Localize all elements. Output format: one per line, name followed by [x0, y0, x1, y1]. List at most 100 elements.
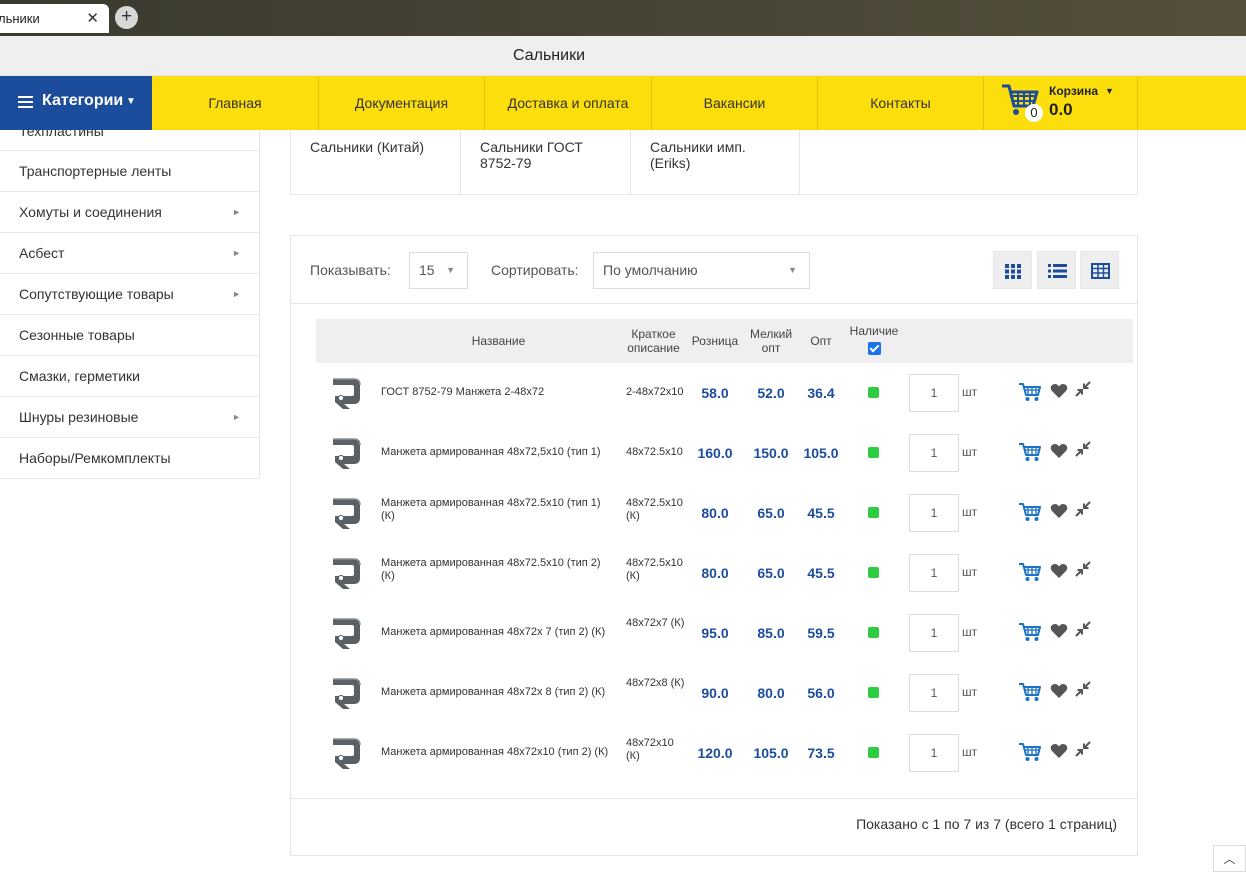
- heart-icon[interactable]: [1050, 623, 1068, 639]
- quantity-input[interactable]: 1: [909, 374, 959, 412]
- quantity-input[interactable]: 1: [909, 434, 959, 472]
- sidebar-item-conveyor-belts[interactable]: Транспортерные ленты: [0, 151, 259, 192]
- sidebar-item-lubricants[interactable]: Смазки, герметики: [0, 356, 259, 397]
- in-stock-indicator: [868, 507, 879, 518]
- heart-icon[interactable]: [1050, 503, 1068, 519]
- cart-total: 0.0: [1049, 100, 1073, 119]
- browser-tab-title: льники: [0, 11, 40, 26]
- quantity-input[interactable]: 1: [909, 674, 959, 712]
- subcategory-china[interactable]: Сальники (Китай): [291, 130, 461, 194]
- col-wholesale[interactable]: Опт: [801, 334, 841, 348]
- quantity-input[interactable]: 1: [909, 494, 959, 532]
- categories-button[interactable]: Категории ▼: [0, 76, 152, 130]
- product-thumbnail[interactable]: [330, 676, 362, 710]
- compare-icon[interactable]: [1075, 441, 1091, 457]
- stock-filter-checkbox[interactable]: [867, 342, 881, 355]
- col-small-wholesale[interactable]: Мелкий опт: [746, 327, 796, 355]
- nav-item-vacancies[interactable]: Вакансии: [652, 76, 818, 130]
- quantity-input[interactable]: 1: [909, 734, 959, 772]
- sidebar-item-techplates[interactable]: Техпластины: [0, 130, 259, 151]
- in-stock-indicator: [868, 687, 879, 698]
- scroll-top-button[interactable]: ︿: [1213, 845, 1246, 872]
- table-view-button[interactable]: [1080, 251, 1119, 289]
- chevron-right-icon: ►: [232, 248, 241, 258]
- add-to-cart-icon[interactable]: [1018, 741, 1042, 763]
- add-to-cart-icon[interactable]: [1018, 681, 1042, 703]
- product-name[interactable]: Манжета армированная 48х72.5х10 (тип 1) …: [381, 497, 613, 523]
- subcategory-eriks[interactable]: Сальники имп. (Eriks): [631, 130, 800, 194]
- table-icon: [1091, 263, 1110, 279]
- compare-icon[interactable]: [1075, 621, 1091, 637]
- nav-item-contacts[interactable]: Контакты: [818, 76, 983, 130]
- subcategory-gost[interactable]: Сальники ГОСТ 8752-79: [461, 130, 631, 194]
- product-thumbnail[interactable]: [330, 556, 362, 590]
- sidebar-item-rubber-cords[interactable]: Шнуры резиновые ►: [0, 397, 259, 438]
- heart-icon[interactable]: [1050, 683, 1068, 699]
- sidebar-item-label: Наборы/Ремкомплекты: [19, 450, 171, 466]
- add-to-cart-icon[interactable]: [1018, 501, 1042, 523]
- sidebar-item-label: Транспортерные ленты: [19, 163, 172, 179]
- add-to-cart-icon[interactable]: [1018, 561, 1042, 583]
- price-retail: 80.0: [701, 565, 729, 581]
- product-name[interactable]: Манжета армированная 48х72х10 (тип 2) (К…: [381, 746, 613, 759]
- product-name[interactable]: Манжета армированная 48х72,5х10 (тип 1): [381, 446, 613, 459]
- add-to-cart-icon[interactable]: [1018, 621, 1042, 643]
- per-page-select[interactable]: 15 ▼: [409, 252, 468, 289]
- add-to-cart-icon[interactable]: [1018, 381, 1042, 403]
- browser-tab[interactable]: льники ✕: [0, 4, 109, 33]
- list-icon: [1048, 264, 1067, 278]
- cart-count-badge: 0: [1025, 104, 1043, 122]
- quantity-input[interactable]: 1: [909, 614, 959, 652]
- heart-icon[interactable]: [1050, 383, 1068, 399]
- sort-select[interactable]: По умолчанию ▼: [593, 252, 810, 289]
- cart-widget[interactable]: 0 Корзина ▼ 0.0: [983, 76, 1138, 130]
- col-retail[interactable]: Розница: [688, 334, 742, 348]
- heart-icon[interactable]: [1050, 563, 1068, 579]
- product-thumbnail[interactable]: [330, 436, 362, 470]
- in-stock-indicator: [868, 387, 879, 398]
- sort-label: Сортировать:: [491, 262, 579, 278]
- product-name[interactable]: Манжета армированная 48х72.5х10 (тип 2) …: [381, 557, 613, 583]
- compare-icon[interactable]: [1075, 681, 1091, 697]
- product-thumbnail[interactable]: [330, 496, 362, 530]
- sidebar-item-label: Асбест: [19, 245, 65, 261]
- product-thumbnail[interactable]: [330, 736, 362, 770]
- product-thumbnail[interactable]: [330, 376, 362, 410]
- nav-item-delivery[interactable]: Доставка и оплата: [485, 76, 652, 130]
- sidebar-item-seasonal[interactable]: Сезонные товары: [0, 315, 259, 356]
- quantity-input[interactable]: 1: [909, 554, 959, 592]
- product-name[interactable]: Манжета армированная 48х72х 8 (тип 2) (К…: [381, 686, 613, 699]
- unit-label: шт: [962, 745, 978, 759]
- product-name[interactable]: ГОСТ 8752-79 Манжета 2-48х72: [381, 386, 613, 399]
- compare-icon[interactable]: [1075, 741, 1091, 757]
- grid-view-button[interactable]: [993, 251, 1032, 289]
- price-retail: 160.0: [697, 445, 733, 461]
- nav-item-docs[interactable]: Документация: [319, 76, 485, 130]
- table-row: Манжета армированная 48х72.5х10 (тип 1) …: [316, 483, 1133, 543]
- grid-icon: [1005, 264, 1021, 279]
- sidebar-item-repair-kits[interactable]: Наборы/Ремкомплекты: [0, 438, 259, 479]
- product-thumbnail[interactable]: [330, 616, 362, 650]
- heart-icon[interactable]: [1050, 443, 1068, 459]
- close-tab-icon[interactable]: ✕: [86, 4, 99, 33]
- add-to-cart-icon[interactable]: [1018, 441, 1042, 463]
- new-tab-button[interactable]: +: [115, 6, 138, 29]
- price-wholesale: 45.5: [807, 505, 835, 521]
- price-small-wholesale: 85.0: [757, 625, 785, 641]
- col-name[interactable]: Название: [436, 334, 561, 348]
- compare-icon[interactable]: [1075, 381, 1091, 397]
- heart-icon[interactable]: [1050, 743, 1068, 759]
- list-view-button[interactable]: [1037, 251, 1076, 289]
- product-name[interactable]: Манжета армированная 48х72х 7 (тип 2) (К…: [381, 626, 613, 639]
- sidebar-item-related[interactable]: Сопутствующие товары ►: [0, 274, 259, 315]
- per-page-value: 15: [419, 262, 435, 278]
- sort-value: По умолчанию: [603, 262, 698, 278]
- sidebar-item-asbestos[interactable]: Асбест ►: [0, 233, 259, 274]
- unit-label: шт: [962, 445, 978, 459]
- sidebar-item-clamps[interactable]: Хомуты и соединения ►: [0, 192, 259, 233]
- compare-icon[interactable]: [1075, 561, 1091, 577]
- price-wholesale: 73.5: [807, 745, 835, 761]
- compare-icon[interactable]: [1075, 501, 1091, 517]
- nav-item-home[interactable]: Главная: [152, 76, 319, 130]
- page-title-bar: Сальники: [0, 36, 1246, 76]
